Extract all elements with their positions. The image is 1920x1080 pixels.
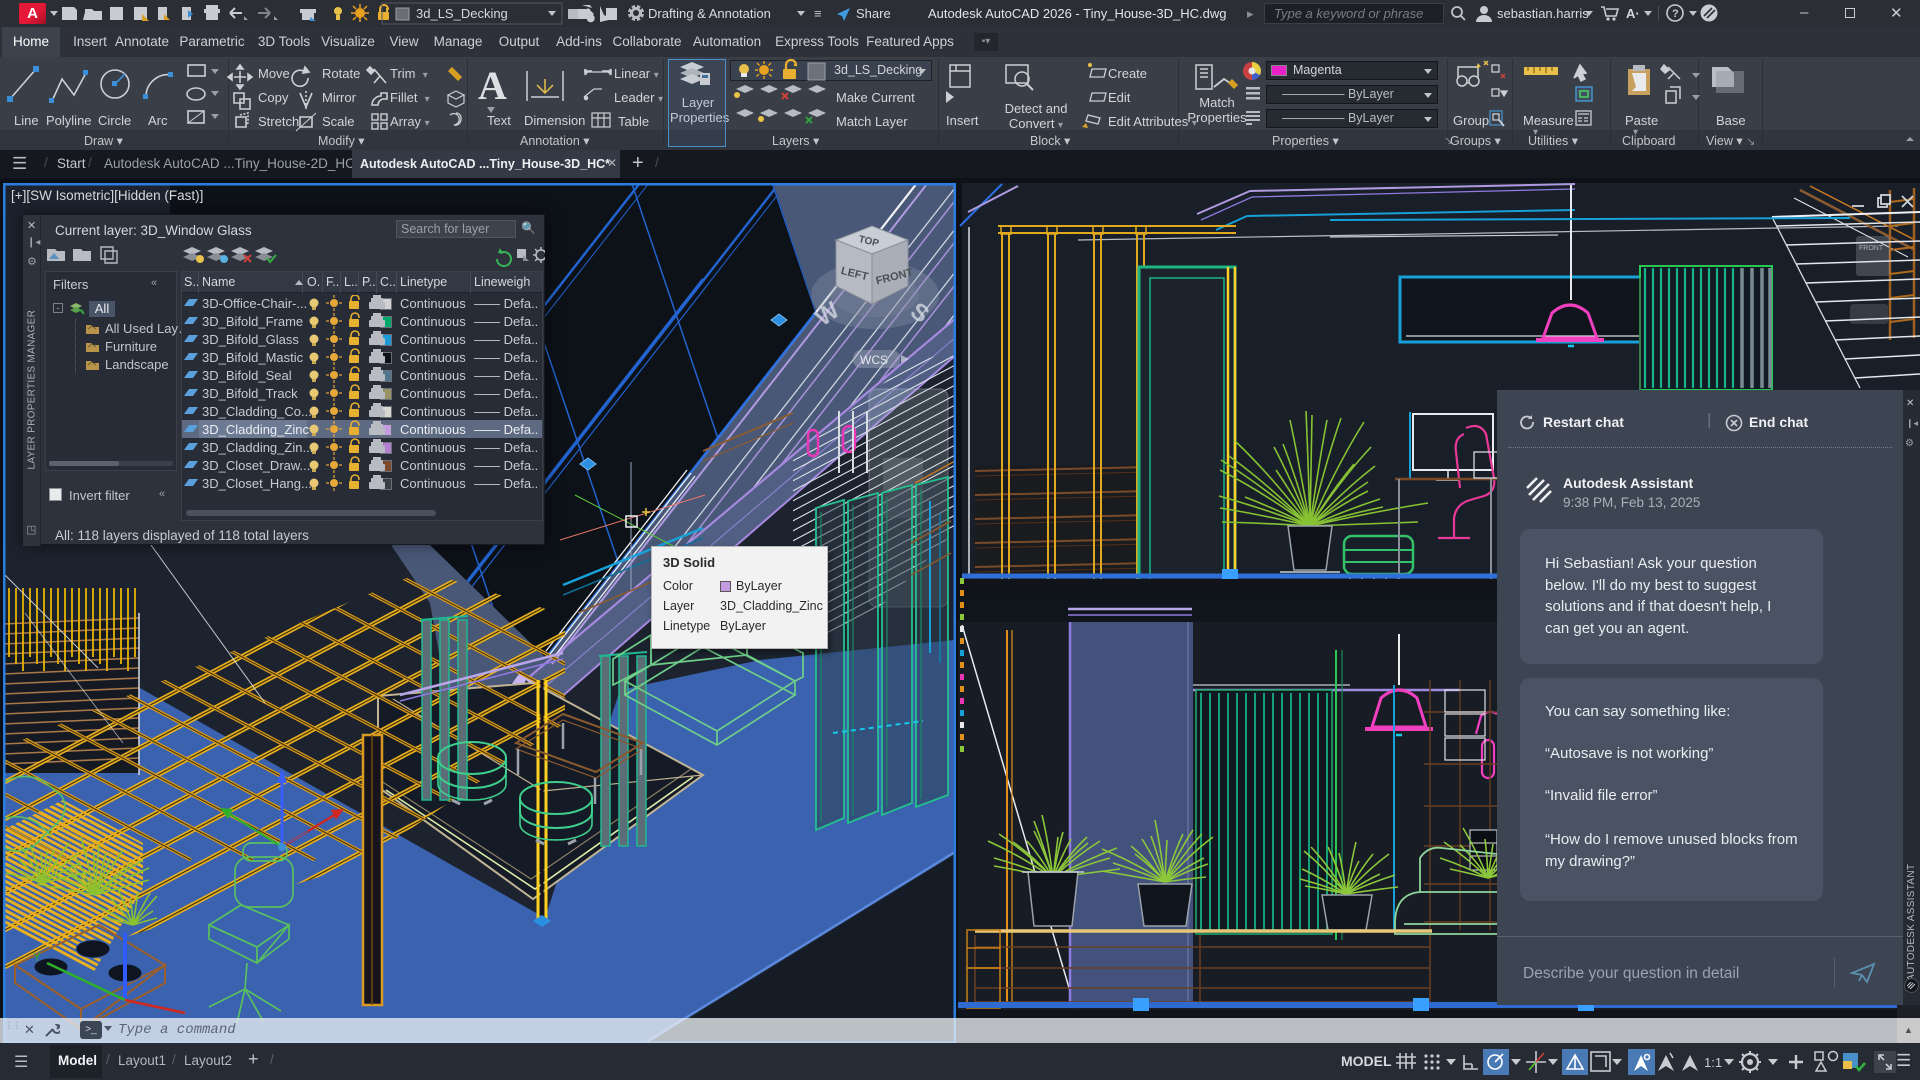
svg-text:3d_LS_Decking: 3d_LS_Decking xyxy=(416,6,508,21)
svg-text:?: ? xyxy=(1672,8,1679,20)
svg-text:FRONT: FRONT xyxy=(1859,245,1884,252)
svg-text:WCS: WCS xyxy=(860,353,888,367)
svg-text:1:1: 1:1 xyxy=(1704,1055,1722,1070)
svg-text:A: A xyxy=(478,63,507,108)
svg-text:[+][SW Isometric][Hidden (Fast: [+][SW Isometric][Hidden (Fast)] xyxy=(11,188,203,203)
svg-text:Y: Y xyxy=(33,950,41,964)
